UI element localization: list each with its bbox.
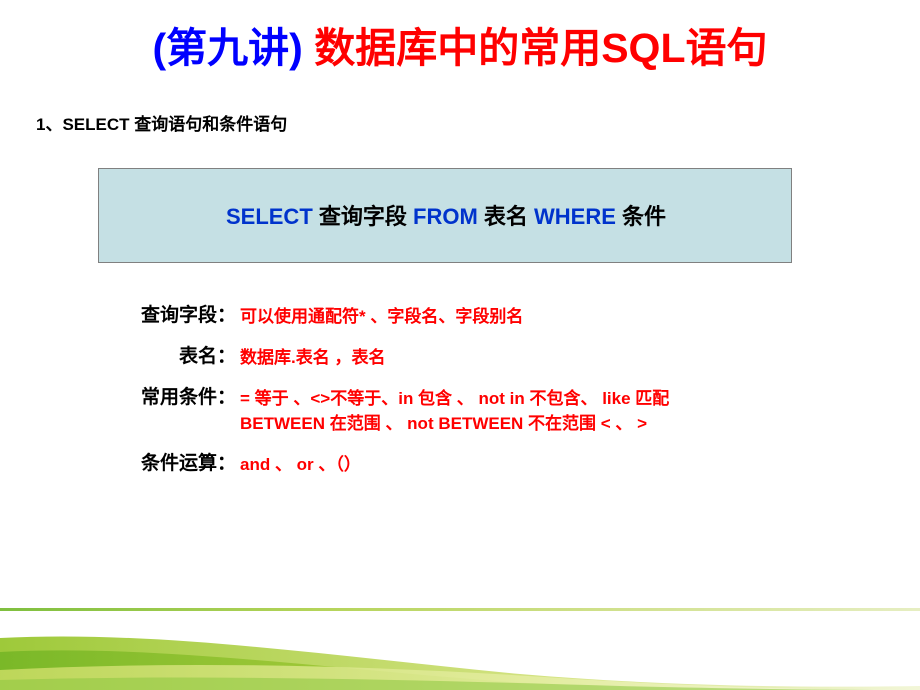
- definition-label-conditions: 常用条件：: [140, 387, 236, 408]
- section-heading: 1、SELECT 查询语句和条件语句: [36, 115, 288, 134]
- definition-value-operators-line1: and 、 or 、（）: [240, 455, 361, 474]
- page-title: (第九讲) 数据库中的常用SQL语句: [0, 14, 920, 74]
- keyword-where: WHERE: [534, 204, 616, 229]
- keyword-select: SELECT: [225, 204, 313, 229]
- definition-value-table: 数据库.表名 ，表名: [240, 341, 385, 368]
- slide-canvas: (第九讲) 数据库中的常用SQL语句 1、SELECT 查询语句和条件语句 SE…: [0, 0, 920, 690]
- sql-syntax-box: SELECT 查询字段 FROM 表名 WHERE 条件: [98, 168, 792, 263]
- title-part-lecture: (第九讲): [152, 25, 303, 71]
- syntax-condition: 条件: [615, 204, 667, 229]
- definition-value-conditions: = 等于 、<>不等于、in 包含 、 not in 不包含、 like 匹配 …: [240, 382, 669, 434]
- bottom-decoration: [0, 608, 920, 690]
- definition-list: 查询字段： 可以使用通配符* 、字段名、字段别名 表名： 数据库.表名 ，表名 …: [0, 300, 920, 489]
- definition-value-table-line1: 数据库.表名 ，表名: [240, 348, 386, 367]
- title-part-sql: SQL: [601, 25, 686, 71]
- definition-label-fields: 查询字段：: [140, 305, 236, 326]
- definition-value-fields: 可以使用通配符* 、字段名、字段别名: [240, 300, 523, 327]
- title-part-tail: 语句: [685, 25, 768, 71]
- definition-value-fields-line1: 可以使用通配符* 、字段名、字段别名: [240, 307, 524, 326]
- keyword-from: FROM: [413, 204, 478, 229]
- title-part-main: 数据库中的常用: [302, 25, 602, 71]
- definition-value-conditions-line1: = 等于 、<>不等于、in 包含 、 not in 不包含、 like 匹配: [240, 389, 670, 408]
- definition-row-table: 表名： 数据库.表名 ，表名: [0, 341, 920, 368]
- definition-label-operators: 条件运算：: [140, 453, 236, 474]
- definition-row-conditions: 常用条件： = 等于 、<>不等于、in 包含 、 not in 不包含、 li…: [0, 382, 920, 434]
- definition-value-operators: and 、 or 、（）: [240, 448, 361, 475]
- definition-row-fields: 查询字段： 可以使用通配符* 、字段名、字段别名: [0, 300, 920, 327]
- definition-label-table: 表名：: [178, 346, 236, 367]
- green-swoosh-graphic: [0, 611, 920, 690]
- sql-syntax-text: SELECT 查询字段 FROM 表名 WHERE 条件: [99, 199, 793, 231]
- syntax-table: 表名: [477, 204, 534, 229]
- definition-row-operators: 条件运算： and 、 or 、（）: [0, 448, 920, 475]
- syntax-fields: 查询字段: [312, 204, 413, 229]
- definition-value-conditions-line2: BETWEEN 在范围 、 not BETWEEN 不在范围 < 、 >: [240, 414, 648, 433]
